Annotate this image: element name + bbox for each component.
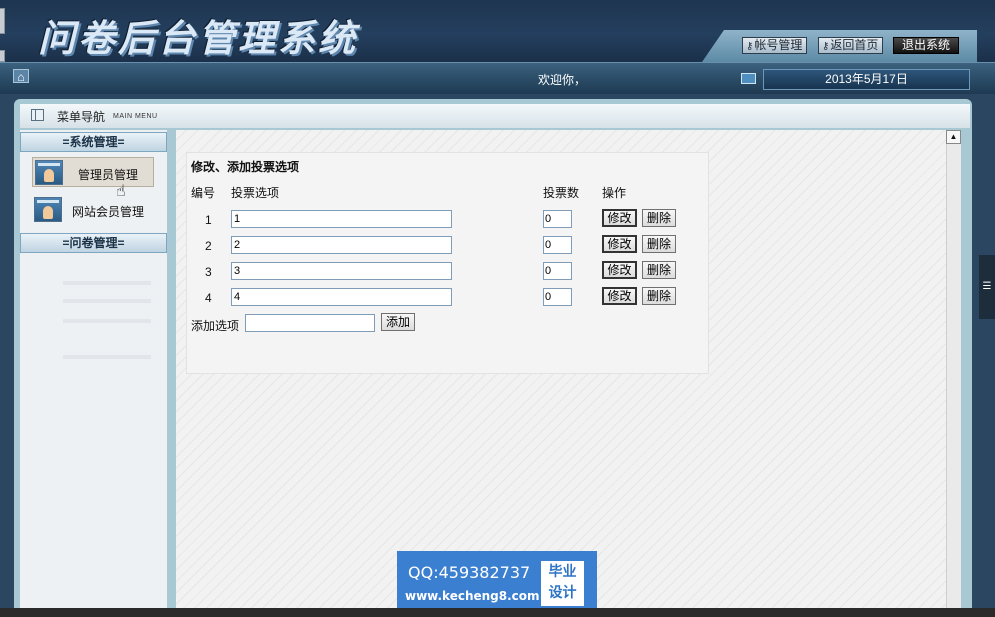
menu-subtitle: MAIN MENU: [113, 113, 158, 120]
faded-line: [63, 355, 151, 359]
account-management-button[interactable]: ⚷帐号管理: [742, 37, 808, 54]
edit-button[interactable]: 修改: [602, 287, 637, 305]
delete-button[interactable]: 删除: [642, 235, 676, 253]
menu-title-bar: [20, 104, 970, 128]
watermark-badge: 毕业 设计: [541, 561, 584, 606]
row-number: 1: [205, 213, 212, 227]
vote-count-input[interactable]: [543, 288, 572, 306]
vertical-scrollbar[interactable]: [946, 130, 961, 617]
vote-count-input[interactable]: [543, 262, 572, 280]
sidebar-item-admin-management[interactable]: 管理员管理: [32, 157, 154, 187]
edit-button[interactable]: 修改: [602, 261, 637, 279]
sidebar-item-label: 管理员管理: [78, 168, 139, 182]
monitor-icon: [741, 73, 756, 84]
add-option-button[interactable]: 添加: [381, 313, 415, 331]
watermark-qq: QQ:459382737: [408, 563, 531, 582]
menu-panel-icon: [31, 109, 44, 121]
taskbar: [0, 608, 995, 617]
side-dock-tab[interactable]: ☰: [979, 255, 995, 319]
menu-title: 菜单导航: [57, 110, 106, 124]
option-input[interactable]: [231, 210, 452, 228]
current-date: 2013年5月17日: [763, 69, 970, 90]
scroll-up-icon[interactable]: ▲: [946, 130, 961, 144]
add-option-label: 添加选项: [191, 319, 240, 333]
option-input[interactable]: [231, 236, 452, 254]
left-edge-tab: [0, 8, 5, 34]
return-home-button[interactable]: ⚷返回首页: [818, 37, 884, 54]
sidebar-item-label: 网站会员管理: [72, 205, 145, 219]
faded-line: [63, 319, 151, 323]
vote-count-input[interactable]: [543, 236, 572, 254]
option-input[interactable]: [231, 262, 452, 280]
column-header-option: 投票选项: [231, 186, 280, 200]
row-number: 4: [205, 291, 212, 305]
edit-button[interactable]: 修改: [602, 235, 637, 253]
add-option-input[interactable]: [245, 314, 375, 332]
admin-user-icon: [35, 160, 63, 185]
welcome-text: 欢迎你，: [538, 73, 587, 87]
top-navbar: ⌂ 欢迎你， 2013年5月17日: [0, 62, 995, 94]
member-user-icon: [34, 197, 62, 222]
watermark-badge-line2: 设计: [548, 584, 577, 600]
option-input[interactable]: [231, 288, 452, 306]
panel-title: 修改、添加投票选项: [191, 160, 300, 174]
sidebar-section-system[interactable]: =系统管理=: [20, 132, 167, 152]
column-header-votes: 投票数: [543, 186, 580, 200]
watermark-url: www.kecheng8.com: [405, 589, 540, 603]
faded-line: [63, 299, 151, 303]
delete-button[interactable]: 删除: [642, 287, 676, 305]
column-header-id: 编号: [191, 186, 216, 200]
key-icon: ⚷: [746, 41, 754, 52]
row-number: 2: [205, 239, 212, 253]
watermark-badge-line1: 毕业: [548, 563, 577, 579]
sidebar-item-member-management[interactable]: 网站会员管理: [32, 195, 154, 225]
column-header-action: 操作: [602, 186, 627, 200]
left-edge-tab: [0, 50, 5, 62]
edit-button[interactable]: 修改: [602, 209, 637, 227]
delete-button[interactable]: 删除: [642, 209, 676, 227]
vote-count-input[interactable]: [543, 210, 572, 228]
row-number: 3: [205, 265, 212, 279]
delete-button[interactable]: 删除: [642, 261, 676, 279]
app-logo: 问卷后台管理系统: [38, 17, 358, 60]
sidebar-section-survey[interactable]: =问卷管理=: [20, 233, 167, 253]
home-icon[interactable]: ⌂: [13, 69, 29, 84]
logout-button[interactable]: 退出系统: [893, 37, 960, 54]
faded-line: [63, 281, 151, 285]
key-icon: ⚷: [822, 41, 830, 52]
